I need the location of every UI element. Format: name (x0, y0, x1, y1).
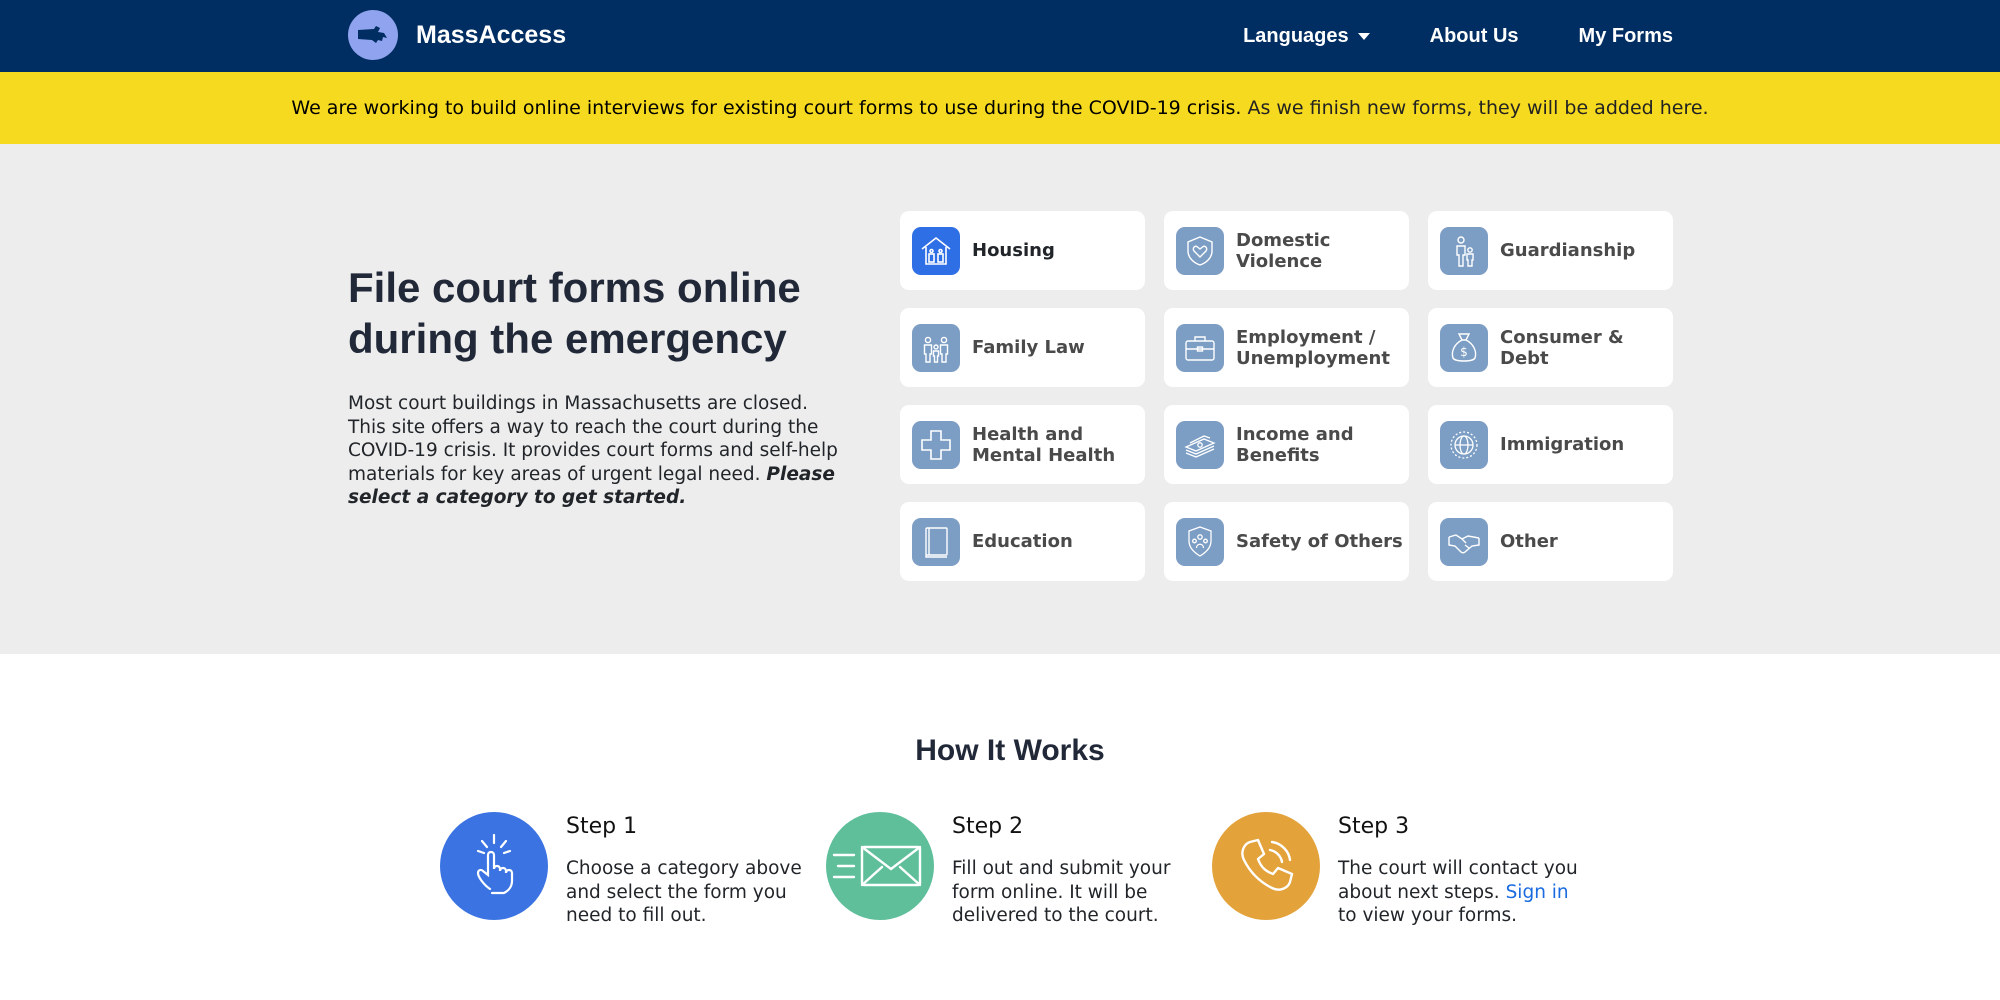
sign-in-link[interactable]: Sign in (1506, 882, 1569, 903)
step-2: Step 2 Fill out and submit your form onl… (826, 812, 1192, 928)
category-label: Income and Benefits (1236, 423, 1354, 466)
top-navbar: MassAccess Languages About Us My Forms (0, 0, 2000, 72)
step-body: Step 2 Fill out and submit your form onl… (952, 812, 1192, 928)
step-title: Step 1 (566, 814, 638, 839)
step-title: Step 3 (1338, 814, 1410, 839)
hero-description: Most court buildings in Massachusetts ar… (348, 392, 848, 510)
alert-bold-text: We are working to build online interview… (291, 97, 1242, 119)
category-label: Education (972, 531, 1073, 552)
step-3: Step 3 The court will contact you about … (1212, 812, 1578, 928)
hero-title: File court forms online during the emerg… (348, 264, 801, 362)
globe-seal-icon (1440, 420, 1488, 469)
step-text-after: to view your forms. (1338, 905, 1518, 926)
category-label: Housing (972, 240, 1055, 261)
brand[interactable]: MassAccess (348, 10, 566, 60)
step-body: Step 1 Choose a category above and selec… (566, 812, 806, 928)
category-family-law[interactable]: Family Law (900, 308, 1145, 387)
massachusetts-logo-icon (348, 10, 398, 60)
step-body: Step 3 The court will contact you about … (1338, 812, 1578, 928)
my-forms-link[interactable]: My Forms (1579, 25, 1673, 48)
briefcase-icon (1176, 323, 1224, 372)
category-employment[interactable]: Employment / Unemployment (1164, 308, 1409, 387)
category-label: Safety of Others (1236, 531, 1403, 552)
parent-child-icon (1440, 226, 1488, 275)
category-grid: Housing Domestic Violence Guardianship F… (900, 211, 1673, 581)
category-label: Immigration (1500, 434, 1625, 455)
category-label: Employment / Unemployment (1236, 326, 1390, 369)
step-title: Step 2 (952, 814, 1024, 839)
brand-name: MassAccess (416, 20, 567, 49)
alert-text: As we finish new forms, they will be add… (1247, 97, 1709, 119)
step-text: Fill out and submit your form online. It… (952, 858, 1171, 926)
hero-description-text: Most court buildings in Massachusetts ar… (348, 393, 838, 485)
book-icon (912, 517, 960, 566)
category-consumer-debt[interactable]: $ Consumer & Debt (1428, 308, 1673, 387)
money-bag-icon: $ (1440, 323, 1488, 372)
category-label: Domestic Violence (1236, 229, 1331, 272)
category-label: Health and Mental Health (972, 423, 1116, 466)
category-label: Other (1500, 531, 1558, 552)
about-us-link[interactable]: About Us (1430, 25, 1519, 48)
languages-dropdown[interactable]: Languages (1243, 25, 1370, 48)
phone-icon (1212, 812, 1320, 920)
hero-section: File court forms online during the emerg… (0, 144, 2000, 654)
step-1: Step 1 Choose a category above and selec… (440, 812, 806, 928)
category-income[interactable]: Income and Benefits (1164, 405, 1409, 484)
covid-alert-banner: We are working to build online interview… (0, 72, 2000, 144)
cash-stack-icon (1176, 420, 1224, 469)
family-icon (912, 323, 960, 372)
category-guardianship[interactable]: Guardianship (1428, 211, 1673, 290)
chevron-down-icon (1357, 32, 1370, 40)
envelope-icon (826, 812, 934, 920)
category-label: Consumer & Debt (1500, 326, 1624, 369)
svg-text:$: $ (1460, 345, 1468, 359)
how-it-works-title: How It Works (915, 734, 1105, 767)
pointing-hand-icon (440, 812, 548, 920)
step-text: The court will contact you about next st… (1338, 857, 1578, 928)
category-immigration[interactable]: Immigration (1428, 405, 1673, 484)
languages-label: Languages (1243, 24, 1349, 47)
nav-links: Languages About Us My Forms (1183, 0, 1673, 72)
medical-cross-icon (912, 420, 960, 469)
category-safety-of-others[interactable]: Safety of Others (1164, 502, 1409, 581)
category-housing[interactable]: Housing (900, 211, 1145, 290)
people-shield-icon (1176, 517, 1224, 566)
category-domestic-violence[interactable]: Domestic Violence (1164, 211, 1409, 290)
house-icon (912, 226, 960, 275)
category-label: Family Law (972, 337, 1085, 358)
shield-heart-icon (1176, 226, 1224, 275)
category-label: Guardianship (1500, 240, 1636, 261)
category-education[interactable]: Education (900, 502, 1145, 581)
category-other[interactable]: Other (1428, 502, 1673, 581)
handshake-icon (1440, 517, 1488, 566)
category-health[interactable]: Health and Mental Health (900, 405, 1145, 484)
step-text: Choose a category above and select the f… (566, 858, 802, 926)
